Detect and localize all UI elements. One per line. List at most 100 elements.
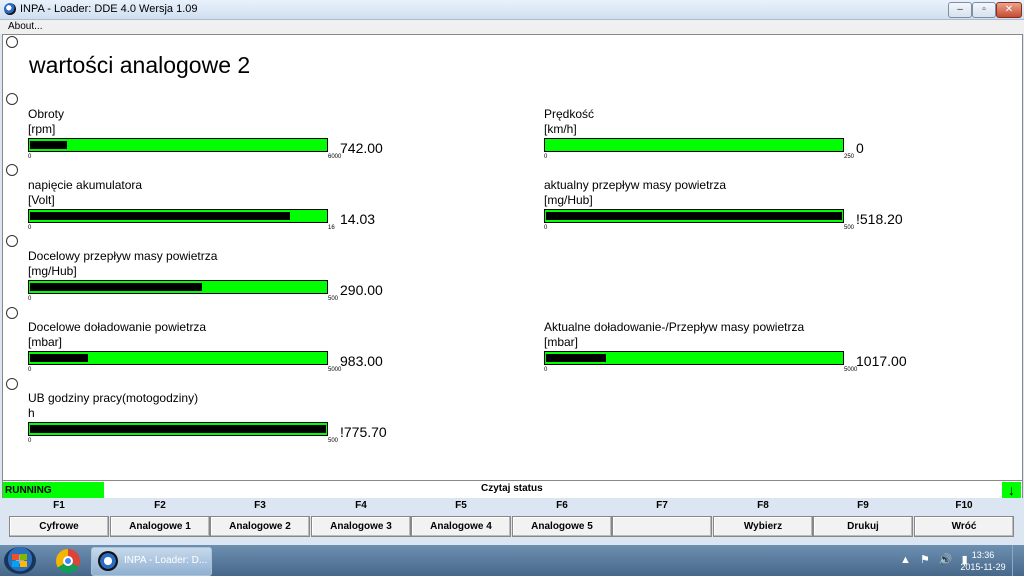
drukuj-button[interactable]: Drukuj [813, 516, 913, 537]
gauge-min: 0 [544, 225, 548, 231]
fkey-label: F10 [955, 500, 973, 511]
gauge-unit: [mg/Hub] [28, 264, 77, 278]
gauge-doladowanie-aktualne: Aktualne doładowanie-/Przepływ masy powi… [544, 320, 944, 390]
maximize-button[interactable]: ▫ [972, 2, 996, 18]
fkey-label: F5 [455, 500, 467, 511]
gauge-value: 290.00 [340, 282, 383, 298]
gauge-label: UB godziny pracy(motogodziny) [28, 391, 199, 405]
analogowe-1-button[interactable]: Analogowe 1 [110, 516, 210, 537]
gauge-value: 1017.00 [856, 353, 907, 369]
chrome-icon[interactable] [56, 549, 80, 573]
start-button[interactable] [4, 547, 36, 574]
clock[interactable]: 13:36 2015-11-29 [958, 549, 1008, 573]
gauge-label: Prędkość [544, 107, 595, 121]
gauge-label: Docelowy przepływ masy powietrza [28, 249, 218, 263]
gauge-napiecie: napięcie akumulatora [Volt] 0 16 14.03 [28, 178, 428, 248]
gauge-label: Aktualne doładowanie-/Przepływ masy powi… [544, 320, 805, 334]
gauge-unit: [km/h] [544, 122, 577, 136]
gauge-fill [30, 141, 67, 149]
radio-indicator[interactable] [6, 378, 18, 390]
fkey-label: F1 [53, 500, 65, 511]
clock-date: 2015-11-29 [960, 562, 1006, 572]
radio-indicator[interactable] [6, 36, 18, 48]
function-key-bar: F1 Cyfrowe F2 Analogowe 1 F3 Analogowe 2… [0, 498, 1024, 545]
gauge-bar [544, 138, 844, 152]
analogowe-2-button[interactable]: Analogowe 2 [210, 516, 310, 537]
gauge-przeplyw-docelowy: Docelowy przepływ masy powietrza [mg/Hub… [28, 249, 428, 319]
gauge-value: 742.00 [340, 140, 383, 156]
title-bar[interactable]: INPA - Loader: DDE 4.0 Wersja 1.09 – ▫ ✕ [0, 0, 1024, 20]
radio-indicator[interactable] [6, 164, 18, 176]
gauge-unit: h [28, 406, 35, 420]
radio-indicator[interactable] [6, 235, 18, 247]
taskbar-item-inpa[interactable]: INPA - Loader: D... [91, 547, 212, 576]
cyfrowe-button[interactable]: Cyfrowe [9, 516, 109, 537]
gauge-value: 0 [856, 140, 864, 156]
minimize-button[interactable]: – [948, 2, 972, 18]
show-desktop-button[interactable] [1012, 545, 1024, 576]
gauge-label: Docelowe doładowanie powietrza [28, 320, 207, 334]
gauge-min: 0 [28, 367, 32, 373]
gauge-bar [28, 138, 328, 152]
gauge-unit: [mbar] [28, 335, 63, 349]
wroc-button[interactable]: Wróć [914, 516, 1014, 537]
speaker-icon[interactable]: 🔊 [939, 554, 953, 566]
gauge-label: Obroty [28, 107, 65, 121]
menu-bar: About... [0, 20, 1024, 34]
radio-indicator[interactable] [6, 307, 18, 319]
gauge-bar [28, 351, 328, 365]
gauge-unit: [rpm] [28, 122, 56, 136]
window-title: INPA - Loader: DDE 4.0 Wersja 1.09 [20, 3, 198, 15]
close-button[interactable]: ✕ [996, 2, 1022, 18]
menu-about[interactable]: About... [8, 21, 42, 32]
gauge-value: 983.00 [340, 353, 383, 369]
radio-indicator[interactable] [6, 93, 18, 105]
gauge-min: 0 [544, 154, 548, 160]
gauge-min: 0 [28, 225, 32, 231]
f7-button[interactable] [612, 516, 712, 537]
gauge-max: 16 [328, 225, 335, 231]
gauge-min: 0 [28, 438, 32, 444]
bmw-logo-icon [98, 551, 118, 571]
inpa-window: INPA - Loader: DDE 4.0 Wersja 1.09 – ▫ ✕… [0, 0, 1024, 545]
gauge-value: !518.20 [856, 211, 903, 227]
gauge-predkosc: Prędkość [km/h] 0 250 0 [544, 107, 944, 177]
gauge-max: 500 [328, 438, 339, 444]
gauge-bar [28, 280, 328, 294]
status-bar: RUNNING Czytaj status ↓ [2, 480, 1023, 500]
gauge-min: 0 [28, 154, 32, 160]
fkey-label: F6 [556, 500, 568, 511]
gauge-value: !775.70 [340, 424, 387, 440]
down-arrow-icon[interactable]: ↓ [1002, 482, 1021, 499]
gauge-obroty: Obroty [rpm] 0 6000 742.00 [28, 107, 428, 177]
gauge-fill [30, 283, 202, 291]
gauge-fill [30, 425, 326, 433]
gauge-unit: [mg/Hub] [544, 193, 593, 207]
gauge-unit: [Volt] [28, 193, 55, 207]
gauge-panel: wartości analogowe 2 Obroty [rpm] 0 6000… [2, 34, 1023, 482]
analogowe-4-button[interactable]: Analogowe 4 [411, 516, 511, 537]
gauge-fill [546, 354, 607, 362]
analogowe-5-button[interactable]: Analogowe 5 [512, 516, 612, 537]
gauge-label: napięcie akumulatora [28, 178, 143, 192]
gauge-min: 0 [544, 367, 548, 373]
gauge-max: 500 [844, 225, 855, 231]
running-indicator: RUNNING [3, 482, 104, 499]
fkey-label: F2 [154, 500, 166, 511]
gauge-unit: [mbar] [544, 335, 579, 349]
wybierz-button[interactable]: Wybierz [713, 516, 813, 537]
flag-icon[interactable]: ⚑ [920, 554, 930, 566]
tray-expand-icon[interactable]: ▲ [900, 554, 911, 566]
fkey-label: F7 [656, 500, 668, 511]
page-title: wartości analogowe 2 [29, 52, 251, 78]
bmw-logo-icon [4, 3, 16, 15]
gauge-label: aktualny przepływ masy powietrza [544, 178, 727, 192]
gauge-value: 14.03 [340, 211, 376, 227]
taskbar-item-label: INPA - Loader: D... [124, 555, 208, 566]
gauge-bar [28, 209, 328, 223]
gauge-bar [544, 351, 844, 365]
gauge-fill [546, 212, 842, 220]
analogowe-3-button[interactable]: Analogowe 3 [311, 516, 411, 537]
gauge-ub-godziny: UB godziny pracy(motogodziny) h 0 500 !7… [28, 391, 428, 461]
gauge-min: 0 [28, 296, 32, 302]
